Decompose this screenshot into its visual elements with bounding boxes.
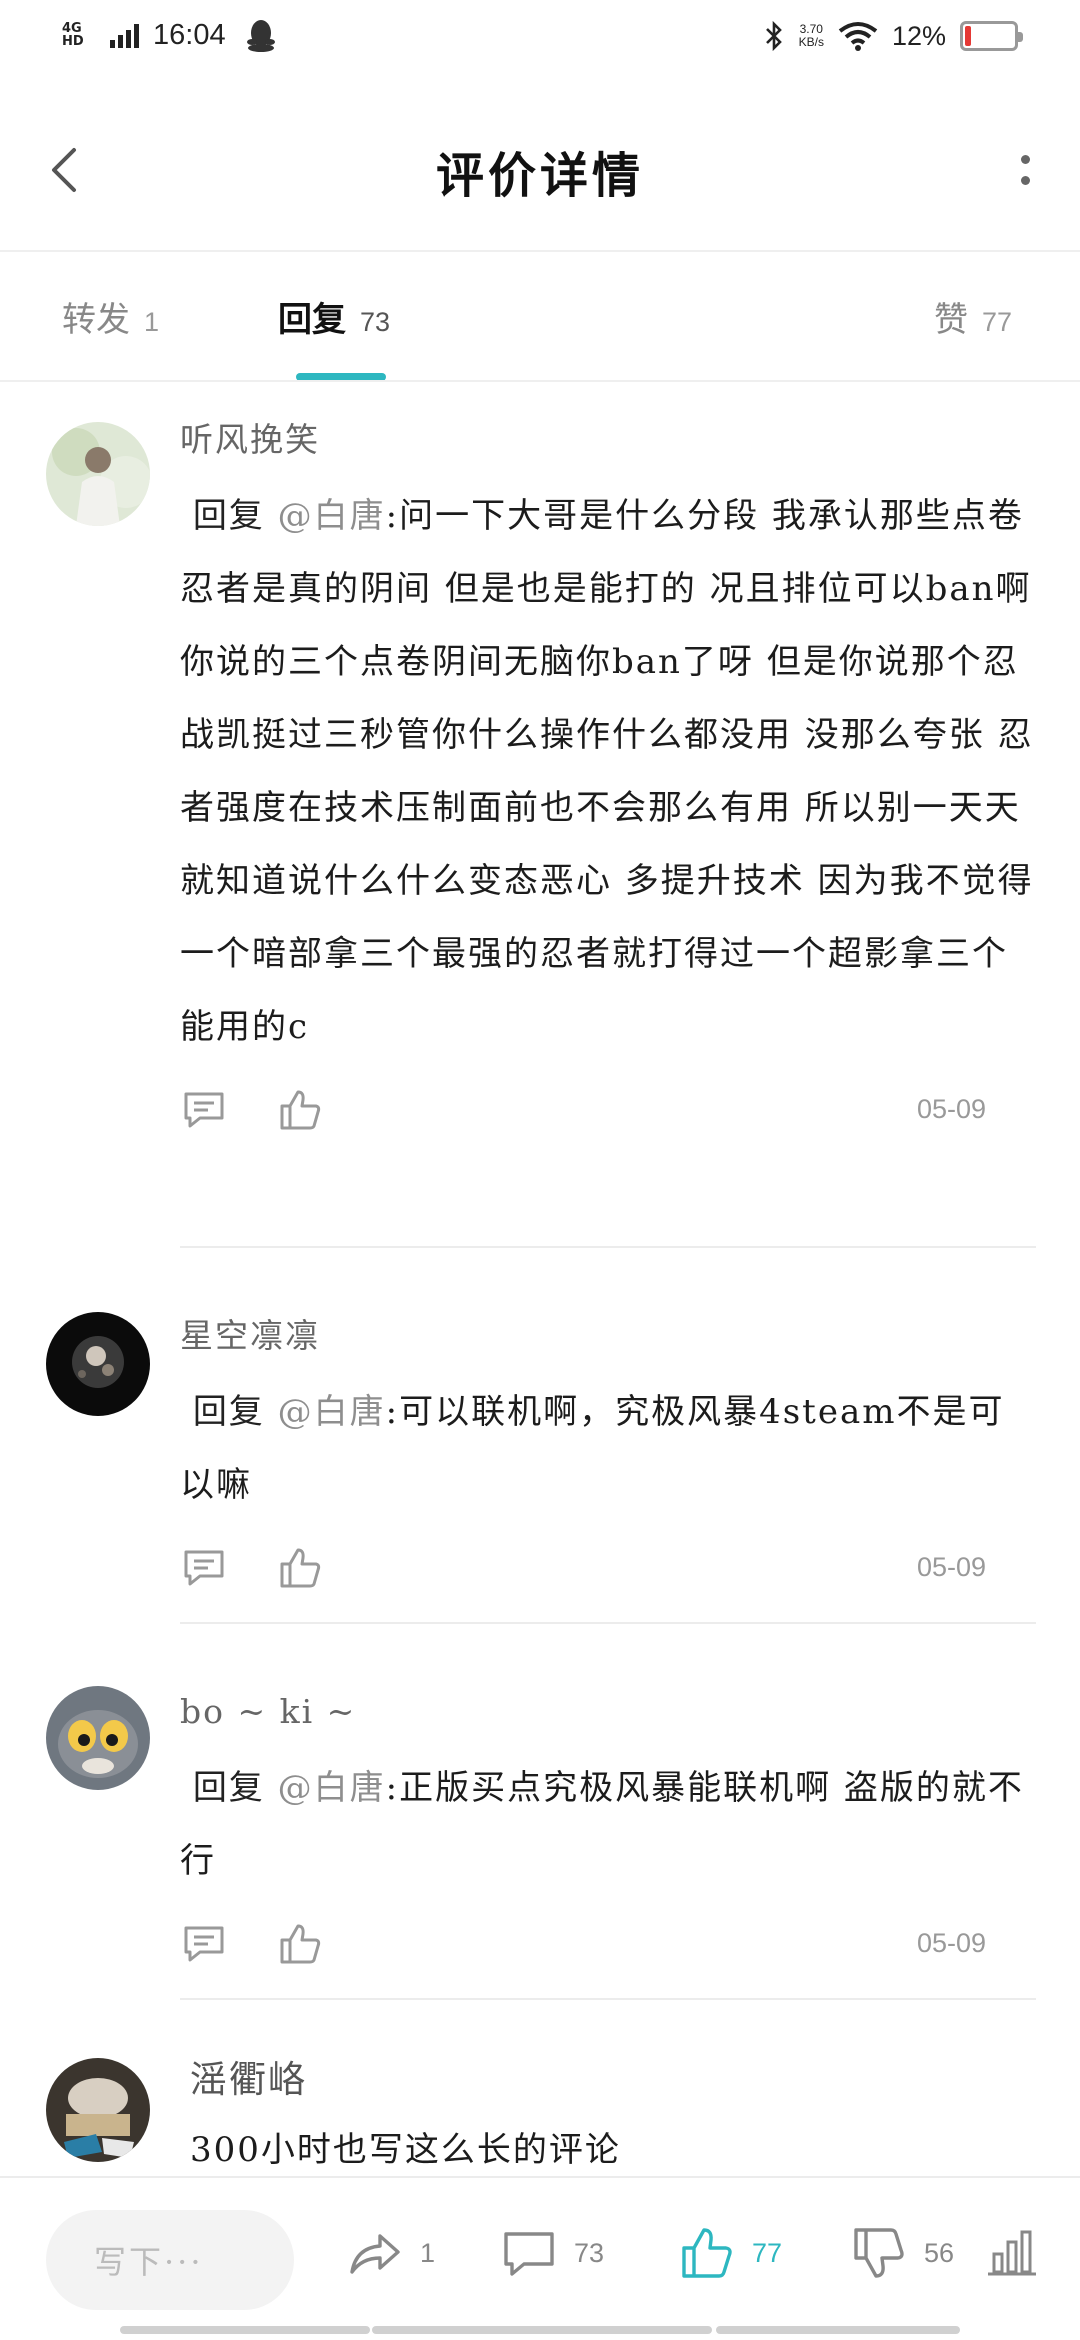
comment-content: :问一下大哥是什么分段 我承认那些点卷忍者是真的阴间 但是也是能打的 况且排位可…	[180, 496, 1034, 1047]
comment-text: 回复 @白唐:可以联机啊，究极风暴4steam不是可以嘛	[180, 1376, 1036, 1522]
comment-actions: 05-09	[180, 1080, 1036, 1140]
header: 评价详情	[0, 110, 1080, 230]
network-indicator: 4G HD	[62, 22, 139, 48]
status-time: 16:04	[153, 18, 226, 51]
like-icon	[682, 2228, 732, 2278]
home-indicator	[120, 2326, 370, 2334]
write-comment-input[interactable]: 写下···	[46, 2210, 294, 2310]
like-icon[interactable]	[276, 1086, 324, 1134]
dislike-count: 56	[924, 2237, 955, 2268]
like-count: 77	[752, 2237, 783, 2268]
mention-link[interactable]: @白唐	[278, 1392, 386, 1432]
tab-count: 77	[982, 307, 1013, 337]
avatar[interactable]	[46, 2058, 150, 2162]
battery-percent: 12%	[891, 20, 946, 51]
avatar-image	[46, 1686, 150, 1790]
more-dot-icon	[1020, 176, 1030, 185]
tab-label: 转发	[62, 300, 130, 340]
avatar-image	[46, 422, 150, 526]
comment-divider	[180, 1998, 1036, 2000]
avatar-image	[46, 1312, 150, 1416]
mention-link[interactable]: @白唐	[278, 1768, 386, 1808]
comment-author[interactable]: bo ~ ki ~	[180, 1682, 1036, 1742]
stats-icon[interactable]	[986, 2226, 1038, 2278]
wifi-icon	[838, 22, 878, 51]
like-icon[interactable]	[276, 1544, 324, 1592]
comment-text: 回复 @白唐:正版买点究极风暴能联机啊 盗版的就不行	[180, 1752, 1036, 1898]
comment-author[interactable]: 听风挽笑	[180, 410, 1036, 470]
more-dot-icon	[1020, 155, 1030, 164]
comment-text: 回复 @白唐:问一下大哥是什么分段 我承认那些点卷忍者是真的阴间 但是也是能打的…	[180, 480, 1036, 1064]
qq-penguin-icon	[246, 20, 275, 52]
comment-button[interactable]: 73	[500, 2224, 604, 2282]
network-type: 4G HD	[62, 21, 84, 49]
like-button[interactable]: 77	[678, 2224, 782, 2282]
tab-count: 1	[144, 307, 160, 337]
tab-label: 赞	[934, 300, 968, 340]
network-speed: 3.70 KB/s	[799, 23, 824, 49]
reply-prefix: 回复	[192, 496, 265, 536]
share-button[interactable]: 1	[346, 2224, 435, 2282]
avatar-image	[46, 2058, 150, 2162]
comment-divider	[180, 1622, 1036, 1624]
battery-level	[965, 26, 971, 46]
tab-bar: 转发 1 回复 73 赞 77	[0, 262, 1080, 382]
comment-actions: 05-09	[180, 1538, 1036, 1598]
comment-date: 05-09	[916, 1552, 986, 1582]
avatar[interactable]	[46, 1312, 150, 1416]
tabs-divider	[0, 380, 1080, 382]
home-indicator	[716, 2326, 960, 2334]
speed-unit: KB/s	[798, 35, 824, 49]
reply-icon[interactable]	[180, 1086, 228, 1134]
tab-count: 73	[360, 307, 391, 337]
reply-prefix: 回复	[192, 1768, 265, 1808]
comment-item: 滛衢峈 300小时也写这么长的评论	[0, 2050, 1080, 2176]
comment-content: 300小时也写这么长的评论	[190, 2130, 621, 2170]
comment-divider	[180, 1246, 1036, 1248]
more-options-button[interactable]	[1010, 140, 1040, 200]
avatar[interactable]	[46, 1686, 150, 1790]
comment-count: 73	[574, 2237, 605, 2268]
header-divider	[0, 250, 1080, 252]
comment-icon	[504, 2232, 554, 2276]
like-icon[interactable]	[276, 1920, 324, 1968]
tab-likes[interactable]: 赞 77	[934, 292, 1012, 341]
signal-icon	[110, 22, 139, 48]
reply-prefix: 回复	[192, 1392, 265, 1432]
share-count: 1	[420, 2237, 436, 2268]
bluetooth-icon	[765, 20, 782, 52]
comment-actions: 05-09	[180, 1914, 1036, 1974]
battery-icon	[960, 21, 1023, 51]
bottom-action-bar: 写下··· 1 73 77 56	[0, 2176, 1080, 2340]
comment-author[interactable]: 星空凛凛	[180, 1306, 1036, 1366]
comment-date: 05-09	[916, 1928, 986, 1958]
dislike-button[interactable]: 56	[850, 2224, 954, 2282]
mention-link[interactable]: @白唐	[278, 496, 386, 536]
status-bar: 4G HD 16:04 3.70 KB/s 12%	[0, 0, 1080, 80]
reply-icon[interactable]	[180, 1920, 228, 1968]
share-icon	[350, 2234, 400, 2274]
comment-date: 05-09	[916, 1094, 986, 1124]
comment-author[interactable]: 滛衢峈	[190, 2050, 1046, 2110]
tab-label: 回复	[278, 300, 346, 340]
tab-forward[interactable]: 转发 1	[62, 292, 159, 341]
home-indicator	[372, 2326, 712, 2334]
dislike-icon	[854, 2228, 904, 2278]
avatar[interactable]	[46, 422, 150, 526]
tab-reply[interactable]: 回复 73	[278, 292, 390, 341]
reply-icon[interactable]	[180, 1544, 228, 1592]
page-title: 评价详情	[435, 148, 644, 204]
